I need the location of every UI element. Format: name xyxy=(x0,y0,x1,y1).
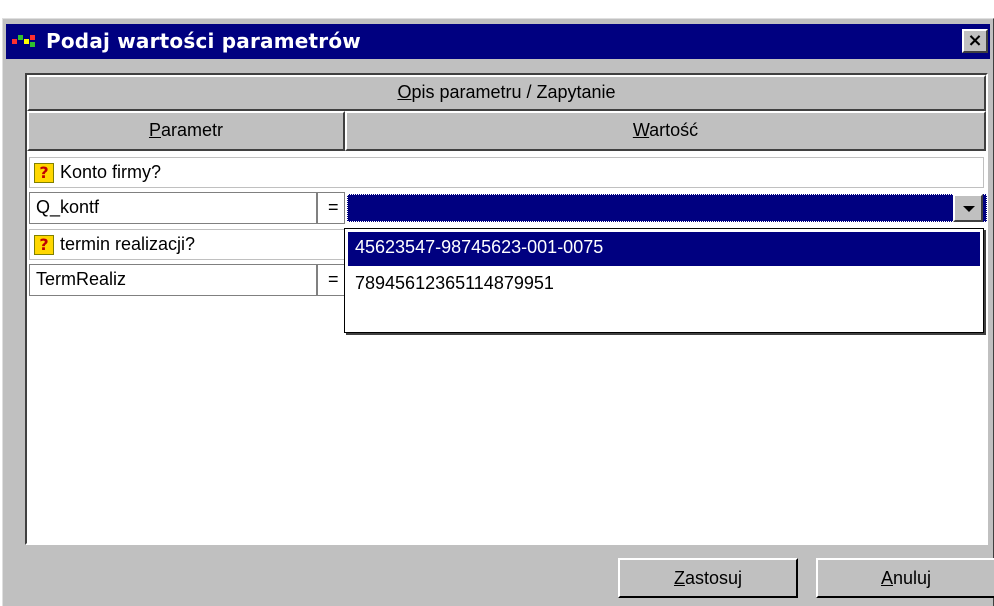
param-name-cell: Q_kontf xyxy=(29,192,317,224)
equals-cell: = xyxy=(317,192,345,224)
dropdown-option[interactable]: 78945612365114879951 xyxy=(345,266,983,300)
question-row: ? termin realizacji? xyxy=(29,229,345,260)
title-bar[interactable]: Podaj wartości parametrów × xyxy=(6,24,990,59)
dropdown-option[interactable]: 45623547-98745623-001-0075 xyxy=(348,232,980,266)
question-icon: ? xyxy=(34,163,54,184)
column-header-wartosc[interactable]: Wartość xyxy=(345,111,986,151)
cancel-button[interactable]: Anuluj xyxy=(816,558,994,598)
question-icon: ? xyxy=(34,235,54,256)
question-row: ? Konto firmy? xyxy=(29,157,984,188)
close-icon: × xyxy=(967,30,983,51)
apply-button[interactable]: Zastosuj xyxy=(618,558,798,598)
window-title: Podaj wartości parametrów xyxy=(46,29,361,53)
param-name-cell: TermRealiz xyxy=(29,264,317,296)
close-button[interactable]: × xyxy=(962,29,988,53)
question-text: Konto firmy? xyxy=(60,162,162,182)
value-combobox[interactable] xyxy=(347,194,987,222)
dropdown-button[interactable] xyxy=(953,194,983,222)
header-description: Opis parametru / Zapytanie xyxy=(27,75,986,111)
question-text: termin realizacji? xyxy=(60,234,196,254)
column-header-parametr[interactable]: Parametr xyxy=(27,111,345,151)
equals-cell: = xyxy=(317,264,345,296)
dropdown-list[interactable]: 45623547-98745623-001-0075 7894561236511… xyxy=(344,228,984,333)
app-icon xyxy=(12,35,35,47)
